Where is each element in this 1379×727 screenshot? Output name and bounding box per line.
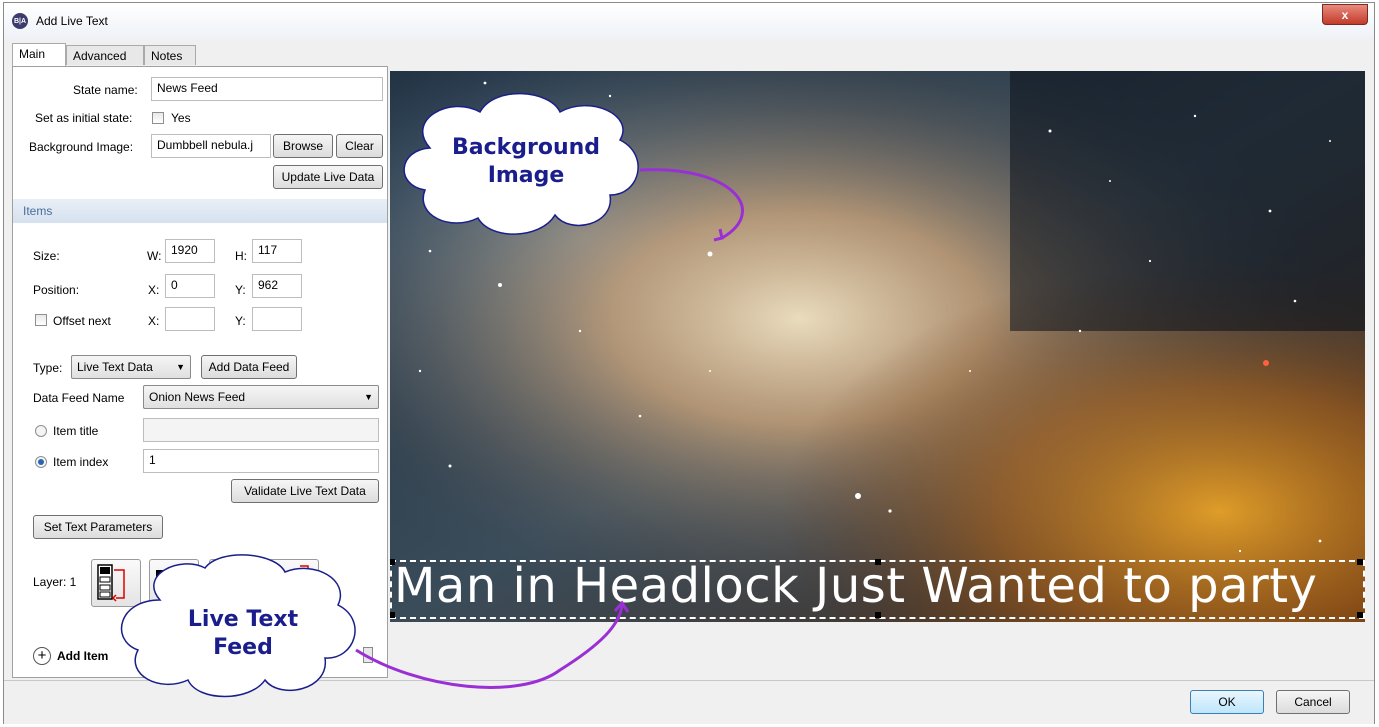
title-bar[interactable]: B|A Add Live Text x [4, 3, 1374, 39]
initial-state-option: Yes [171, 111, 191, 125]
dialog-footer: OK Cancel [4, 680, 1374, 724]
cancel-button[interactable]: Cancel [1276, 690, 1350, 714]
initial-state-checkbox[interactable] [152, 112, 164, 124]
app-icon: B|A [12, 13, 28, 29]
background-image-input[interactable]: Dumbbell nebula.j [151, 134, 271, 158]
item-index-input[interactable]: 1 [143, 449, 379, 473]
position-y-label: Y: [235, 283, 246, 297]
position-y-input[interactable]: 962 [252, 274, 302, 298]
validate-live-text-button[interactable]: Validate Live Text Data [231, 479, 379, 503]
resize-handle[interactable] [875, 612, 881, 618]
resize-handle[interactable] [390, 559, 395, 565]
state-name-label: State name: [73, 83, 138, 97]
bring-forward-icon[interactable] [149, 559, 199, 607]
state-name-input[interactable]: News Feed [151, 77, 383, 101]
set-text-parameters-button[interactable]: Set Text Parameters [33, 515, 163, 539]
add-item-button[interactable]: Add Item [57, 649, 108, 663]
offset-x-input[interactable] [165, 307, 215, 331]
resize-handle[interactable] [390, 612, 395, 618]
type-select[interactable]: Live Text Data ▼ [71, 355, 191, 379]
resize-handle[interactable] [1357, 559, 1363, 565]
offset-y-label: Y: [235, 314, 246, 328]
item-title-label: Item title [53, 424, 99, 438]
height-label: H: [235, 249, 247, 263]
send-to-back-icon[interactable] [269, 559, 319, 607]
live-text-item[interactable]: Man in Headlock Just Wanted to party [390, 558, 1365, 619]
position-x-input[interactable]: 0 [165, 274, 215, 298]
width-label: W: [147, 249, 162, 263]
callout-line-2: Feed [213, 635, 273, 660]
data-feed-name-value: Onion News Feed [149, 390, 246, 404]
send-backward-icon[interactable] [209, 559, 259, 607]
offset-next-label: Offset next [53, 314, 111, 328]
live-text-callout: Live Text Feed [158, 606, 328, 662]
chevron-down-icon: ▼ [364, 392, 373, 402]
items-section-header[interactable]: Items [13, 199, 387, 223]
callout-line-1: Live Text [187, 607, 299, 632]
tab-notes[interactable]: Notes [144, 45, 196, 65]
window-title: Add Live Text [36, 14, 108, 28]
type-select-value: Live Text Data [77, 360, 153, 374]
item-index-label: Item index [53, 455, 109, 469]
offset-next-checkbox[interactable] [35, 314, 47, 326]
resize-handle[interactable] [875, 559, 881, 565]
size-label: Size: [33, 249, 60, 263]
update-live-data-button[interactable]: Update Live Data [273, 165, 383, 189]
main-settings-panel: State name: News Feed Set as initial sta… [12, 66, 388, 678]
browse-button[interactable]: Browse [273, 134, 333, 158]
item-index-radio[interactable] [35, 456, 47, 468]
width-input[interactable]: 1920 [165, 239, 215, 263]
data-feed-name-select[interactable]: Onion News Feed ▼ [143, 385, 379, 409]
chevron-down-icon: ▼ [176, 362, 185, 372]
initial-state-label: Set as initial state: [35, 111, 133, 125]
item-title-radio[interactable] [35, 425, 47, 437]
background-image-callout: Background Image [424, 134, 628, 190]
background-image-label: Background Image: [29, 140, 134, 154]
ok-button[interactable]: OK [1190, 690, 1264, 714]
resize-handle[interactable] [1357, 612, 1363, 618]
scroll-handle[interactable] [363, 647, 373, 663]
type-label: Type: [33, 361, 63, 375]
callout-line-2: Image [487, 163, 565, 188]
item-title-input[interactable] [143, 418, 379, 442]
tab-advanced[interactable]: Advanced [66, 45, 144, 65]
callout-line-1: Background [451, 135, 601, 160]
clear-button[interactable]: Clear [336, 134, 383, 158]
ticker-text: Man in Headlock Just Wanted to party [394, 558, 1318, 614]
position-label: Position: [33, 283, 80, 297]
add-data-feed-button[interactable]: Add Data Feed [201, 355, 297, 379]
bring-to-front-icon[interactable] [91, 559, 141, 607]
position-x-label: X: [148, 283, 160, 297]
layer-label: Layer: 1 [33, 575, 77, 589]
tab-main[interactable]: Main [12, 43, 66, 67]
offset-y-input[interactable] [252, 307, 302, 331]
close-button[interactable]: x [1322, 4, 1368, 25]
offset-x-label: X: [148, 314, 160, 328]
add-item-plus-icon[interactable]: + [33, 647, 51, 665]
data-feed-name-label: Data Feed Name [33, 391, 125, 405]
preview-empty-area [390, 622, 1365, 678]
height-input[interactable]: 117 [252, 239, 302, 263]
